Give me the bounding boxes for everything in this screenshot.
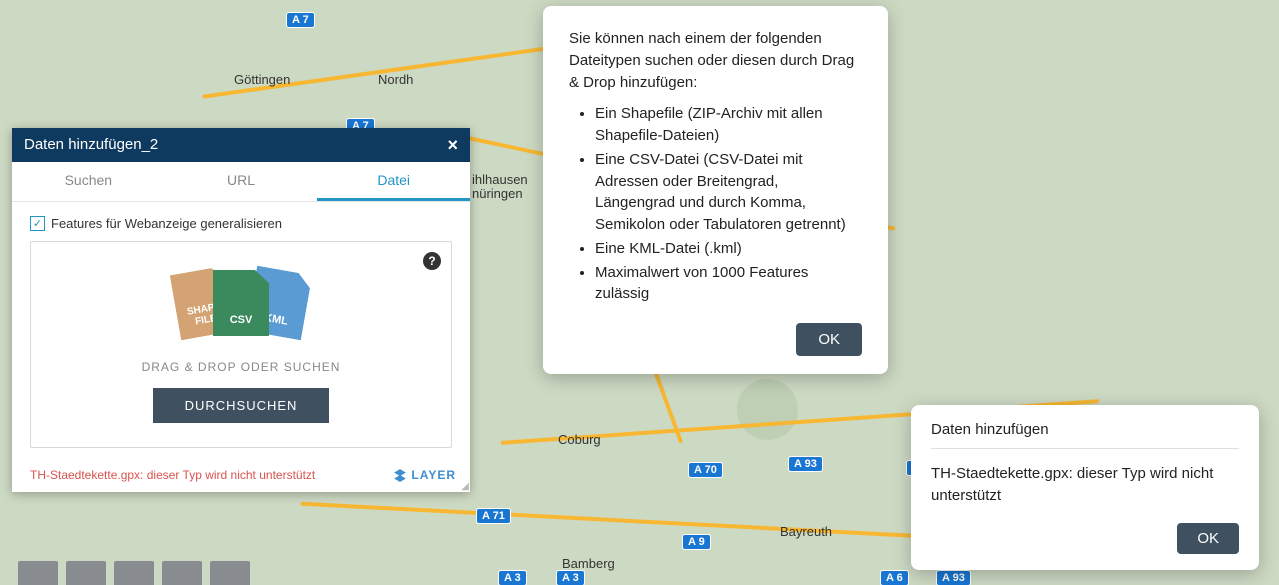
road-shield: A 3 <box>556 570 585 585</box>
drop-label: DRAG & DROP ODER SUCHEN <box>41 360 441 374</box>
resize-handle[interactable]: ◢ <box>461 481 466 492</box>
error-ok-button[interactable]: OK <box>1177 523 1239 554</box>
info-list: Ein Shapefile (ZIP-Archiv mit allen Shap… <box>595 103 862 305</box>
csv-icon: CSV <box>213 270 269 336</box>
error-dialog-title: Daten hinzufügen <box>931 421 1239 438</box>
divider <box>931 448 1239 449</box>
city-label: nüringen <box>472 186 523 201</box>
tab-url[interactable]: URL <box>165 162 318 201</box>
add-data-panel: Daten hinzufügen_2 × Suchen URL Datei ✓ … <box>12 128 470 492</box>
toolbar-button[interactable] <box>114 561 154 585</box>
layer-link[interactable]: LAYER <box>393 468 456 482</box>
road-shield: A 93 <box>788 456 823 472</box>
info-item: Eine CSV-Datei (CSV-Datei mit Adressen o… <box>595 149 862 236</box>
panel-title: Daten hinzufügen_2 <box>24 128 158 162</box>
info-item: Eine KML-Datei (.kml) <box>595 238 862 260</box>
panel-header[interactable]: Daten hinzufügen_2 × <box>12 128 470 162</box>
bottom-toolbar <box>18 561 250 585</box>
info-ok-button[interactable]: OK <box>796 323 862 356</box>
road-shield: A 71 <box>476 508 511 524</box>
toolbar-button[interactable] <box>162 561 202 585</box>
toolbar-button[interactable] <box>210 561 250 585</box>
road-shield: A 9 <box>682 534 711 550</box>
file-type-icons: SHAPE FILE CSV KML <box>41 270 441 336</box>
file-dropzone[interactable]: ? SHAPE FILE CSV KML DRAG & DROP ODER SU… <box>30 241 452 448</box>
info-intro: Sie können nach einem der folgenden Date… <box>569 28 862 93</box>
info-item: Ein Shapefile (ZIP-Archiv mit allen Shap… <box>595 103 862 147</box>
error-dialog-message: TH-Staedtekette.gpx: dieser Typ wird nic… <box>931 463 1239 507</box>
layers-icon <box>393 468 407 482</box>
city-label: Bayreuth <box>780 524 832 539</box>
generalize-label: Features für Webanzeige generalisieren <box>51 216 282 231</box>
road-shield: A 6 <box>880 570 909 585</box>
road-shield: A 70 <box>688 462 723 478</box>
city-label: Nordh <box>378 72 413 87</box>
browse-button[interactable]: DURCHSUCHEN <box>153 388 330 423</box>
info-item: Maximalwert von 1000 Features zulässig <box>595 262 862 306</box>
city-label: ihlhausen <box>472 172 528 187</box>
help-icon[interactable]: ? <box>423 252 441 270</box>
toolbar-button[interactable] <box>66 561 106 585</box>
panel-error-message: TH-Staedtekette.gpx: dieser Typ wird nic… <box>30 468 315 482</box>
road-shield: A 3 <box>498 570 527 585</box>
generalize-checkbox[interactable]: ✓ <box>30 216 45 231</box>
tab-search[interactable]: Suchen <box>12 162 165 201</box>
close-button[interactable]: × <box>447 128 458 162</box>
tab-file[interactable]: Datei <box>317 162 470 201</box>
city-label: Coburg <box>558 432 601 447</box>
city-label: Bamberg <box>562 556 615 571</box>
error-dialog: Daten hinzufügen TH-Staedtekette.gpx: di… <box>911 405 1259 570</box>
city-label: Göttingen <box>234 72 290 87</box>
file-types-info-popup: Sie können nach einem der folgenden Date… <box>543 6 888 374</box>
road-shield: A 93 <box>936 570 971 585</box>
road-shield: A 7 <box>286 12 315 28</box>
toolbar-button[interactable] <box>18 561 58 585</box>
panel-tabs: Suchen URL Datei <box>12 162 470 202</box>
